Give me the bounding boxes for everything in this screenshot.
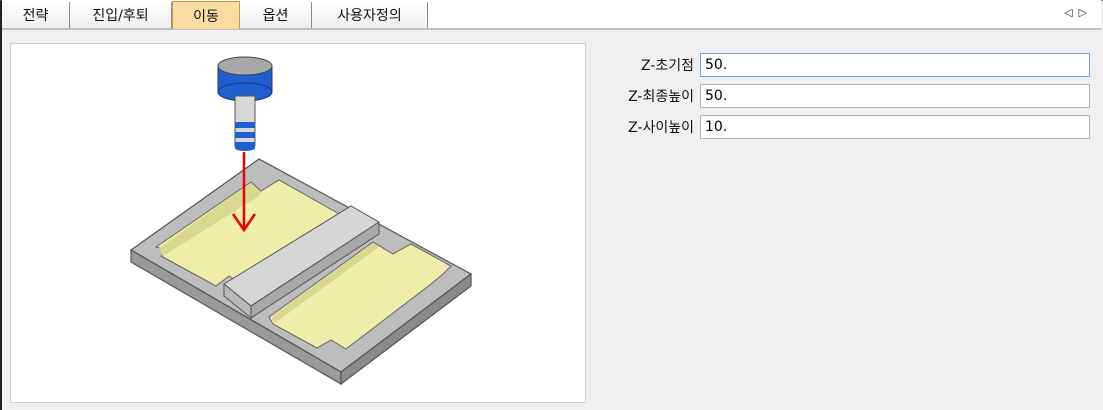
tab-approach-retract[interactable]: 진입/후퇴 (70, 2, 172, 28)
z-final-height-label: Z-최종높이 (628, 89, 694, 105)
z-final-height-input[interactable] (700, 84, 1090, 108)
tab-scroll-arrows[interactable]: ◁▷ (1064, 6, 1093, 19)
tab-user-defined[interactable]: 사용자정의 (312, 2, 428, 28)
param-row-z-final: Z-최종높이 (590, 84, 1090, 108)
z-initial-input[interactable] (700, 53, 1090, 77)
z-between-height-label: Z-사이높이 (628, 120, 694, 136)
toolpath-preview-image (10, 43, 586, 403)
param-row-z-initial: Z-초기점 (590, 53, 1090, 77)
param-row-z-between: Z-사이높이 (590, 115, 1090, 139)
tool-tip (235, 145, 255, 151)
pocket-tool-illustration (129, 56, 473, 386)
z-initial-label: Z-초기점 (640, 58, 694, 74)
move-panel: Z-초기점 Z-최종높이 Z-사이높이 (2, 31, 1101, 408)
scroll-right-icon[interactable]: ▷ (1079, 6, 1093, 19)
tool-band-2 (235, 132, 255, 138)
scroll-left-icon[interactable]: ◁ (1064, 6, 1078, 19)
tool-shank (234, 95, 256, 147)
tab-bar: 전략 진입/후퇴 이동 옵션 사용자정의 ◁▷ (2, 0, 1101, 30)
tool-band-1 (235, 122, 255, 128)
z-between-height-input[interactable] (700, 115, 1090, 139)
tab-move[interactable]: 이동 (172, 1, 240, 29)
tool-holder-top (217, 56, 273, 76)
tab-options[interactable]: 옵션 (240, 2, 312, 28)
tab-strategy[interactable]: 전략 (2, 2, 70, 28)
